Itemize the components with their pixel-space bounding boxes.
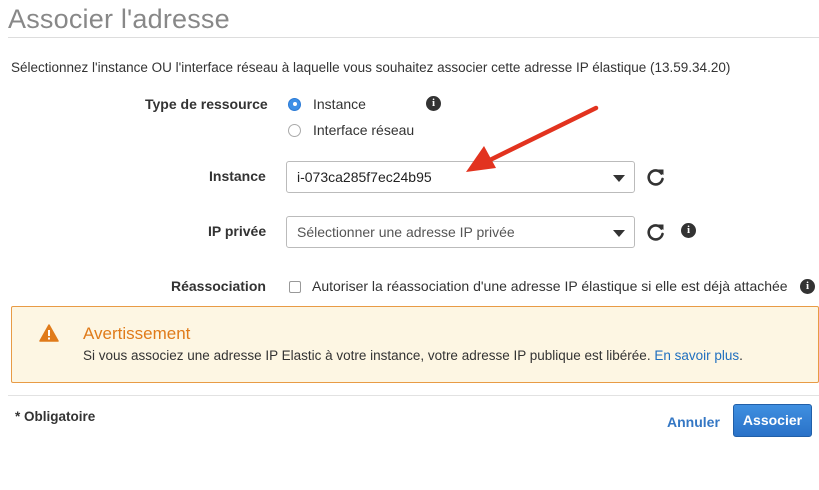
reassociation-checkbox[interactable] xyxy=(289,281,301,293)
resource-type-label: Type de ressource xyxy=(145,96,268,112)
warning-title: Avertissement xyxy=(83,324,191,343)
annotation-arrow-icon xyxy=(466,105,599,172)
footer-divider xyxy=(8,395,819,396)
page-title: Associer l'adresse xyxy=(8,4,230,34)
required-note: * Obligatoire xyxy=(15,409,96,424)
radio-instance[interactable]: Instance xyxy=(288,96,366,112)
cancel-button[interactable]: Annuler xyxy=(667,414,720,430)
chevron-down-icon xyxy=(613,175,625,182)
private-ip-label: IP privée xyxy=(208,223,267,239)
radio-instance-button[interactable] xyxy=(288,97,301,111)
warning-alert: Avertissement Si vous associez une adres… xyxy=(11,306,819,383)
instance-select-value: i-073ca285f7ec24b95 xyxy=(297,169,432,185)
private-ip-placeholder: Sélectionner une adresse IP privée xyxy=(297,224,515,240)
info-icon[interactable]: i xyxy=(681,223,696,238)
private-ip-select[interactable]: Sélectionner une adresse IP privée xyxy=(286,216,635,248)
instance-label: Instance xyxy=(209,168,266,184)
warning-icon xyxy=(39,324,59,342)
radio-network-interface-button[interactable] xyxy=(288,123,301,137)
info-icon[interactable]: i xyxy=(800,279,815,294)
associate-button[interactable]: Associer xyxy=(733,404,812,437)
learn-more-link[interactable]: En savoir plus xyxy=(654,348,739,363)
radio-network-interface[interactable]: Interface réseau xyxy=(288,122,414,138)
warning-body-text: Si vous associez une adresse IP Elastic … xyxy=(83,348,651,363)
warning-body: Si vous associez une adresse IP Elastic … xyxy=(83,348,743,363)
chevron-down-icon xyxy=(613,230,625,237)
refresh-icon[interactable] xyxy=(646,222,666,242)
refresh-icon[interactable] xyxy=(646,167,666,187)
radio-instance-label: Instance xyxy=(313,96,366,112)
description-text: Sélectionnez l'instance OU l'interface r… xyxy=(11,60,731,75)
warning-body-suffix: . xyxy=(739,348,743,363)
radio-network-interface-label: Interface réseau xyxy=(313,122,415,138)
info-icon[interactable]: i xyxy=(426,96,441,111)
reassociation-checkbox-label: Autoriser la réassociation d'une adresse… xyxy=(312,278,788,294)
reassociation-label: Réassociation xyxy=(171,278,266,294)
title-divider xyxy=(8,37,819,38)
